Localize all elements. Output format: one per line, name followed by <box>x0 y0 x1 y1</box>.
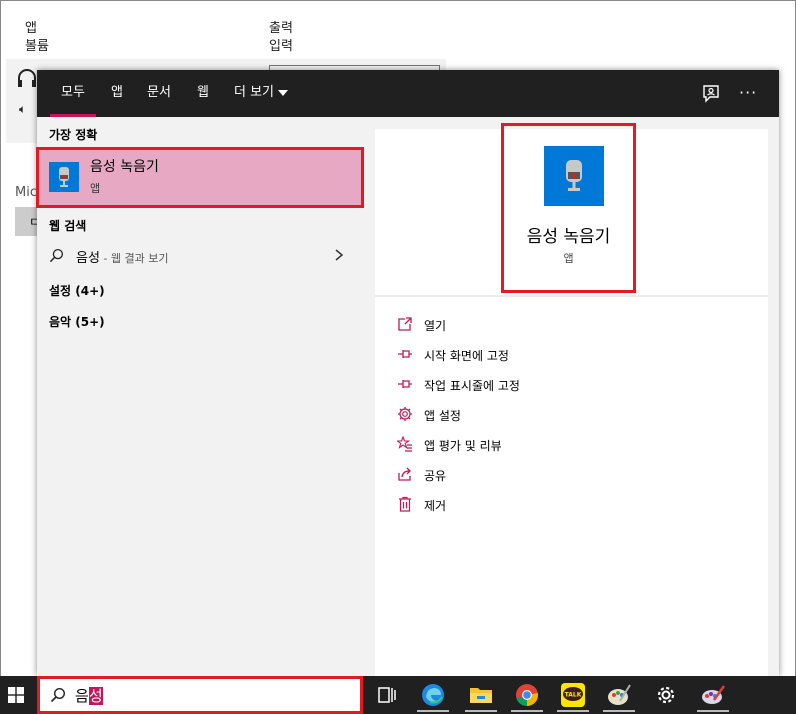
more-options-icon[interactable]: ··· <box>739 83 757 102</box>
action-open-label: 열기 <box>424 319 447 333</box>
feedback-icon[interactable] <box>699 82 723 106</box>
detail-subtitle: 앱 <box>563 252 574 265</box>
best-match-subtitle: 앱 <box>90 182 101 195</box>
web-search-text: 음성 - 웹 결과 보기 <box>76 247 168 266</box>
web-search-suffix: - 웹 결과 보기 <box>99 252 169 265</box>
action-pin-taskbar-label: 작업 표시줄에 고정 <box>424 379 520 393</box>
search-icon <box>49 248 64 263</box>
share-icon <box>398 467 411 481</box>
best-match-title: 음성 녹음기 <box>90 159 159 175</box>
detail-hero[interactable]: 음성 녹음기 앱 <box>501 123 636 293</box>
action-share-label: 공유 <box>424 469 447 483</box>
bg-app-label: 앱 <box>25 21 37 36</box>
action-app-settings-label: 앱 설정 <box>424 409 461 423</box>
gear-icon <box>398 407 412 421</box>
tab-more[interactable]: 더 보기 <box>234 70 289 117</box>
paint-active-indicator <box>603 710 635 712</box>
taskbar-search-box[interactable]: 음성 <box>37 676 363 714</box>
paint3d-active-indicator <box>697 710 729 712</box>
chrome-icon[interactable] <box>514 682 540 708</box>
search-input-text[interactable]: 음성 <box>75 685 103 706</box>
chrome-active-indicator <box>511 710 543 712</box>
filter-bar: 모두 앱 문서 웹 더 보기 ··· <box>37 70 779 117</box>
chevron-right-icon[interactable] <box>332 248 346 262</box>
task-view-icon[interactable] <box>375 682 401 708</box>
voice-recorder-large-icon <box>544 146 604 206</box>
kakao-active-indicator <box>557 710 589 712</box>
tab-all[interactable]: 모두 <box>61 70 85 117</box>
action-pin-start-label: 시작 화면에 고정 <box>424 349 509 363</box>
pin-icon <box>398 350 412 358</box>
bg-input-label: 입력 <box>269 39 293 54</box>
tab-web[interactable]: 웹 <box>197 70 209 117</box>
tab-apps[interactable]: 앱 <box>111 70 123 117</box>
explorer-active-indicator <box>465 710 497 712</box>
trash-icon <box>399 496 411 512</box>
action-uninstall-label: 제거 <box>424 499 447 513</box>
detail-divider <box>375 295 768 297</box>
settings-icon[interactable] <box>653 682 679 708</box>
kakao-talk-text: TALK <box>565 692 582 699</box>
star-list-icon <box>397 436 412 452</box>
paint-icon[interactable] <box>606 682 632 708</box>
search-text-plain: 음 <box>75 687 89 705</box>
paint-3d-icon[interactable] <box>700 682 726 708</box>
best-match-item[interactable]: 음성 녹음기 앱 <box>36 147 364 208</box>
category-music[interactable]: 음악 (5+) <box>49 313 105 330</box>
edge-icon[interactable] <box>420 682 446 708</box>
voice-recorder-icon <box>49 162 79 192</box>
action-rate-review-label: 앱 평가 및 리뷰 <box>424 439 502 453</box>
headset-icon <box>18 69 36 87</box>
taskbar: 음성 TALK <box>0 676 796 714</box>
caret-down-icon <box>278 89 289 96</box>
start-menu-search: 모두 앱 문서 웹 더 보기 ··· 가장 정확 음성 녹음기 앱 웹 검색 음… <box>36 70 779 676</box>
results-list: 가장 정확 음성 녹음기 앱 웹 검색 음성 - 웹 결과 보기 설정 (4+)… <box>36 117 367 676</box>
search-icon <box>50 687 66 703</box>
tab-documents[interactable]: 문서 <box>147 70 171 117</box>
bg-button[interactable]: ㄷ <box>15 207 40 236</box>
open-icon <box>398 317 412 331</box>
bg-volume-label: 볼륨 <box>25 39 49 54</box>
web-search-query: 음성 <box>76 251 100 266</box>
bg-mic-label: Mic <box>15 185 37 200</box>
kakaotalk-icon[interactable]: TALK <box>560 682 586 708</box>
file-explorer-icon[interactable] <box>468 682 494 708</box>
best-match-heading: 가장 정확 <box>49 128 98 142</box>
web-search-item[interactable]: 음성 - 웹 결과 보기 <box>37 239 367 271</box>
windows-logo-icon[interactable] <box>8 687 24 703</box>
bg-output-label: 출력 <box>269 21 293 36</box>
tab-more-label: 더 보기 <box>234 85 275 100</box>
web-search-heading: 웹 검색 <box>49 219 87 233</box>
detail-pane: 음성 녹음기 앱 열기 시작 화면에 고정 작업 표시줄에 고정 앱 설정 앱 … <box>375 123 768 676</box>
category-settings[interactable]: 설정 (4+) <box>49 282 105 299</box>
edge-active-indicator <box>417 710 449 712</box>
search-text-selected: 성 <box>88 687 103 705</box>
detail-title: 음성 녹음기 <box>526 227 611 247</box>
speaker-icon: 🔈︎ <box>19 102 27 116</box>
pin-icon <box>398 380 412 388</box>
